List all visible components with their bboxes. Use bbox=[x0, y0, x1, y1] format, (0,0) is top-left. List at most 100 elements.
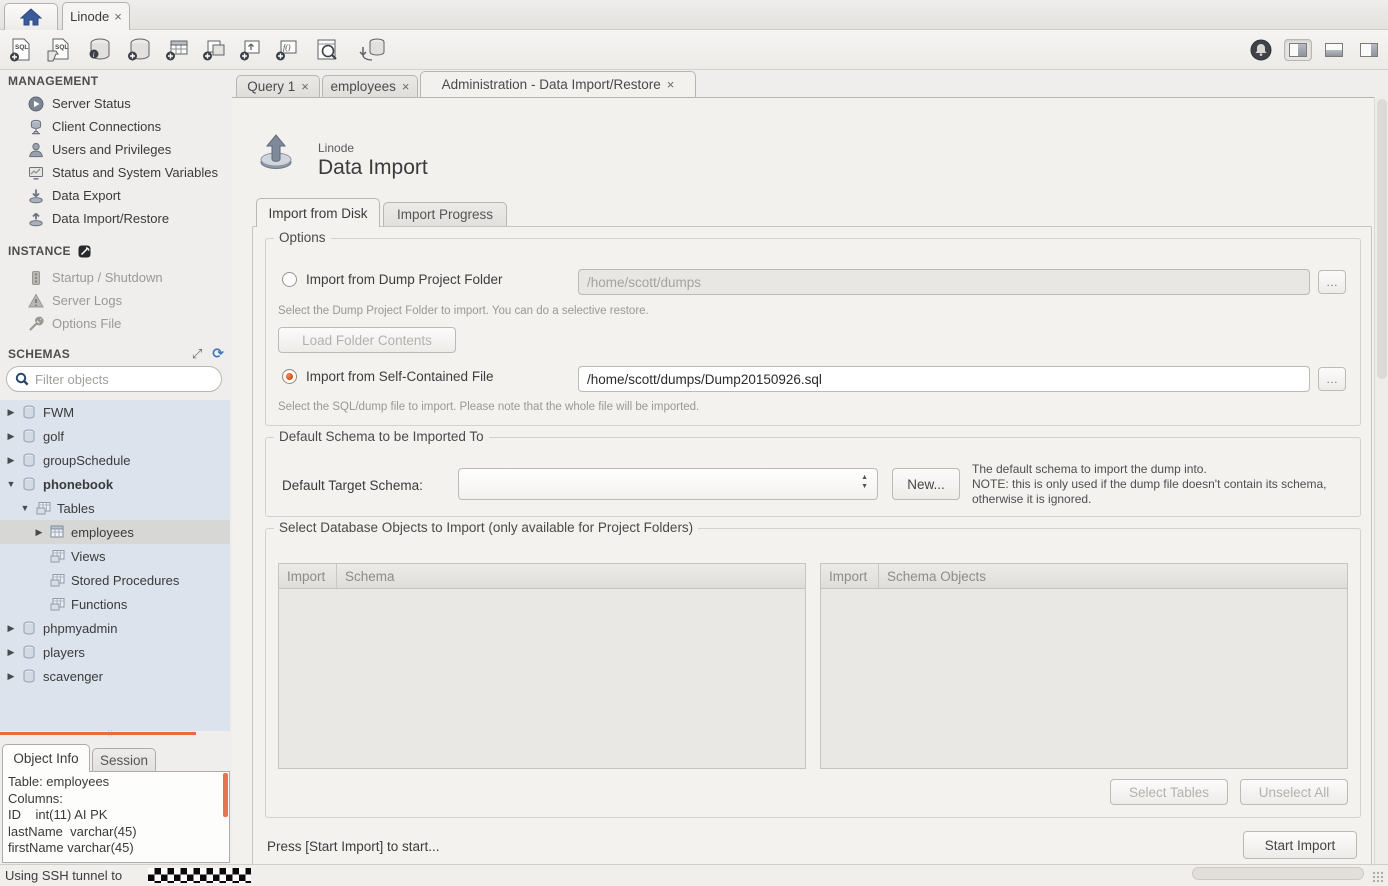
sidebar-item-server-status[interactable]: Server Status bbox=[0, 92, 232, 115]
browse-dump-folder-button[interactable]: … bbox=[1318, 270, 1346, 294]
sidebar-item-options-file[interactable]: Options File bbox=[0, 312, 232, 335]
expander-icon[interactable]: ▶ bbox=[6, 623, 16, 634]
search-table-data-icon[interactable] bbox=[312, 37, 342, 63]
refresh-schemas-icon[interactable]: ⟳ bbox=[212, 345, 224, 362]
tree-item-fwm[interactable]: ▶ FWM bbox=[0, 400, 230, 424]
expander-icon[interactable]: ▶ bbox=[6, 671, 16, 682]
tab-session[interactable]: Session bbox=[92, 748, 156, 772]
info-line: lastName varchar(45) bbox=[8, 824, 137, 839]
horizontal-scrollbar-thumb[interactable] bbox=[1192, 867, 1364, 880]
sidebar-item-data-export[interactable]: Data Export bbox=[0, 184, 232, 207]
close-icon[interactable]: × bbox=[301, 79, 309, 94]
start-import-button[interactable]: Start Import bbox=[1243, 831, 1357, 859]
load-folder-contents-button: Load Folder Contents bbox=[278, 327, 456, 353]
splitter-grip: ⦙⦙ bbox=[108, 729, 114, 739]
sidebar-item-status-system-variables[interactable]: Status and System Variables bbox=[0, 161, 232, 184]
info-line: ID int(11) AI PK bbox=[8, 807, 107, 822]
connection-tab-linode[interactable]: Linode × bbox=[62, 2, 130, 30]
tree-item-stored-procedures[interactable]: Stored Procedures bbox=[0, 568, 230, 592]
expander-icon[interactable]: ▶ bbox=[6, 407, 16, 418]
instance-admin-badge-icon bbox=[78, 245, 91, 258]
self-contained-file-radio[interactable] bbox=[282, 369, 297, 384]
database-icon bbox=[22, 453, 37, 467]
sidebar-item-startup-shutdown[interactable]: Startup / Shutdown bbox=[0, 266, 232, 289]
column-header-import[interactable]: Import bbox=[279, 564, 337, 589]
create-schema-icon[interactable] bbox=[124, 37, 154, 63]
default-target-schema-label: Default Target Schema: bbox=[282, 478, 423, 493]
dump-folder-help-text: Select the Dump Project Folder to import… bbox=[278, 305, 649, 317]
default-target-schema-combo[interactable]: ▲▼ bbox=[458, 468, 878, 500]
new-schema-button[interactable]: New... bbox=[892, 468, 960, 500]
object-info-panel: Table: employees Columns: ID int(11) AI … bbox=[2, 771, 230, 863]
close-icon[interactable]: × bbox=[402, 79, 410, 94]
new-sql-tab-icon[interactable]: SQL bbox=[6, 37, 36, 63]
create-view-icon[interactable] bbox=[199, 37, 229, 63]
close-icon[interactable]: × bbox=[114, 9, 122, 24]
options-group-label: Options bbox=[274, 230, 331, 245]
data-import-header-icon bbox=[256, 133, 296, 171]
expander-icon[interactable]: ▶ bbox=[6, 455, 16, 466]
open-sql-script-icon[interactable]: SQL bbox=[44, 37, 74, 63]
main-area: Query 1 × employees × Administration - D… bbox=[232, 70, 1388, 864]
server-status-icon bbox=[28, 96, 44, 112]
expander-icon[interactable]: ▼ bbox=[20, 503, 30, 513]
subtab-import-from-disk[interactable]: Import from Disk bbox=[256, 198, 380, 227]
close-icon[interactable]: × bbox=[667, 77, 675, 92]
sidebar-panel-toggle-icon[interactable] bbox=[1284, 39, 1312, 61]
expander-icon[interactable]: ▶ bbox=[6, 647, 16, 658]
tab-administration-data-import[interactable]: Administration - Data Import/Restore × bbox=[420, 71, 696, 97]
tab-query-1[interactable]: Query 1 × bbox=[236, 75, 320, 97]
dump-project-folder-radio-label: Import from Dump Project Folder bbox=[306, 272, 503, 287]
tree-item-phonebook[interactable]: ▼ phonebook bbox=[0, 472, 230, 496]
schema-filter-input[interactable] bbox=[35, 372, 195, 387]
tab-object-info[interactable]: Object Info bbox=[2, 744, 90, 772]
tree-item-employees[interactable]: ▶ employees bbox=[0, 520, 230, 544]
subtab-import-progress[interactable]: Import Progress bbox=[383, 202, 507, 227]
sidebar-item-server-logs[interactable]: Server Logs bbox=[0, 289, 232, 312]
schema-inspector-icon[interactable]: i bbox=[84, 37, 114, 63]
tree-item-phpmyadmin[interactable]: ▶ phpmyadmin bbox=[0, 616, 230, 640]
create-function-icon[interactable]: f() bbox=[272, 37, 302, 63]
sidebar-item-users-privileges[interactable]: Users and Privileges bbox=[0, 138, 232, 161]
expander-icon[interactable]: ▶ bbox=[6, 431, 16, 442]
home-tab[interactable] bbox=[4, 3, 58, 30]
right-panel-toggle-icon[interactable] bbox=[1355, 39, 1383, 61]
notification-icon[interactable] bbox=[1246, 37, 1276, 63]
sidebar-item-client-connections[interactable]: Client Connections bbox=[0, 115, 232, 138]
options-group: Options Import from Dump Project Folder … bbox=[265, 238, 1361, 426]
column-header-schema[interactable]: Schema bbox=[337, 569, 395, 584]
create-table-icon[interactable] bbox=[162, 37, 192, 63]
expander-icon[interactable]: ▶ bbox=[34, 527, 44, 538]
tree-item-golf[interactable]: ▶ golf bbox=[0, 424, 230, 448]
bottom-panel-toggle-icon[interactable] bbox=[1320, 39, 1348, 61]
schema-objects-table[interactable]: Import Schema Objects bbox=[820, 563, 1348, 769]
schemas-import-table[interactable]: Import Schema bbox=[278, 563, 806, 769]
sidebar-item-data-import-restore[interactable]: Data Import/Restore bbox=[0, 207, 232, 230]
tree-item-scavenger[interactable]: ▶ scavenger bbox=[0, 664, 230, 688]
main-scrollbar-track[interactable] bbox=[1374, 97, 1388, 864]
tab-employees[interactable]: employees × bbox=[322, 75, 418, 97]
expand-schemas-icon[interactable]: ⤢ bbox=[192, 346, 202, 362]
window-resize-grip[interactable] bbox=[1372, 871, 1384, 883]
expander-icon[interactable]: ▼ bbox=[6, 479, 16, 489]
column-header-import[interactable]: Import bbox=[821, 564, 879, 589]
tree-item-functions[interactable]: Functions bbox=[0, 592, 230, 616]
object-info-scrollbar[interactable] bbox=[223, 773, 228, 817]
browse-self-contained-file-button[interactable]: … bbox=[1318, 367, 1346, 391]
sidebar-splitter[interactable]: ⦙⦙ bbox=[0, 731, 230, 736]
reconnect-database-icon[interactable] bbox=[358, 37, 388, 63]
tree-item-views[interactable]: Views bbox=[0, 544, 230, 568]
dump-project-folder-radio[interactable] bbox=[282, 272, 297, 287]
create-procedure-icon[interactable] bbox=[236, 37, 266, 63]
self-contained-file-path-input[interactable] bbox=[578, 366, 1310, 392]
wrench-icon bbox=[28, 316, 44, 332]
import-status-message: Press [Start Import] to start... bbox=[267, 839, 440, 854]
tree-item-tables[interactable]: ▼ Tables bbox=[0, 496, 230, 520]
column-header-schema-objects[interactable]: Schema Objects bbox=[879, 569, 986, 584]
management-section-header: MANAGEMENT bbox=[8, 74, 98, 88]
tree-item-groupschedule[interactable]: ▶ groupSchedule bbox=[0, 448, 230, 472]
self-file-help-text: Select the SQL/dump file to import. Plea… bbox=[278, 401, 699, 413]
main-scrollbar-thumb[interactable] bbox=[1377, 99, 1387, 379]
tree-item-players[interactable]: ▶ players bbox=[0, 640, 230, 664]
database-icon bbox=[22, 429, 37, 443]
